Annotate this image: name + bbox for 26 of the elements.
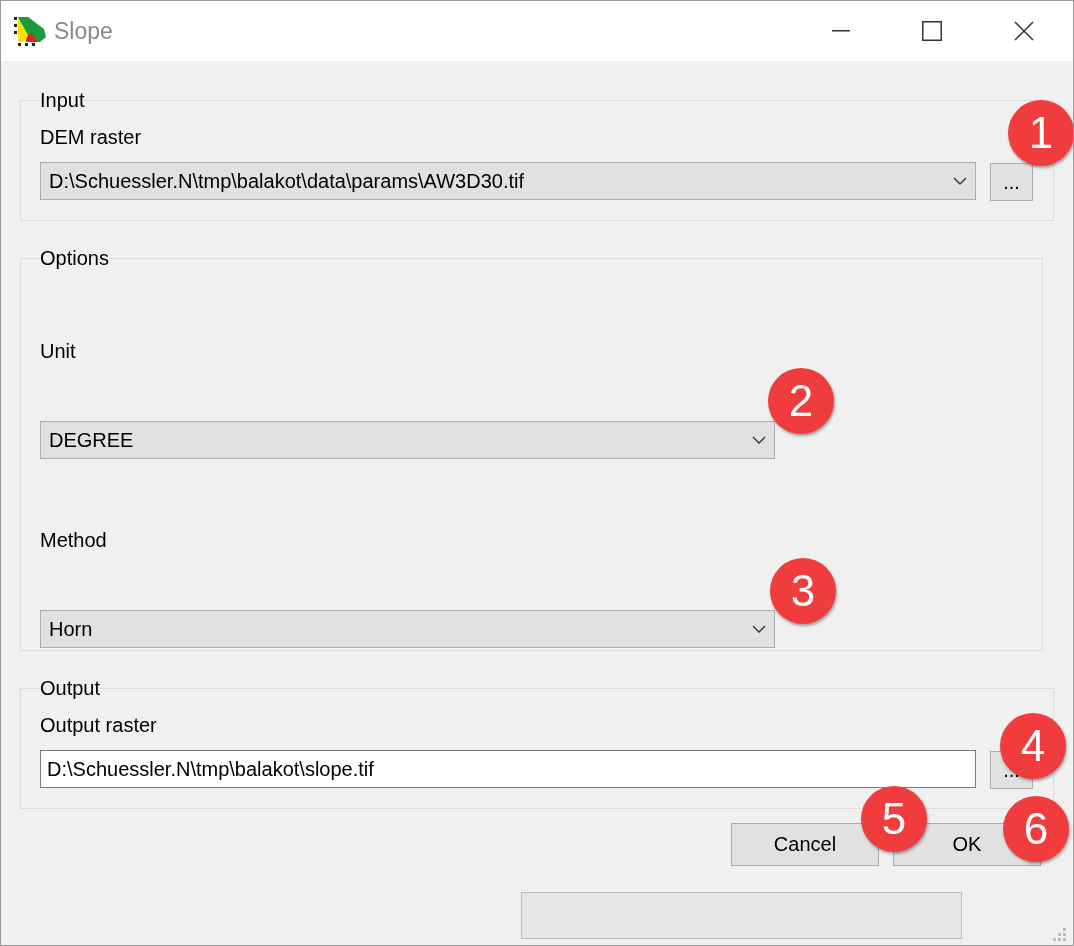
callout-badge: 1 <box>1008 100 1073 166</box>
callout-badge: 2 <box>768 368 834 434</box>
chevron-down-icon <box>953 177 967 185</box>
callout-badge: 3 <box>770 558 836 624</box>
field-label: Unit <box>40 340 77 363</box>
field-label: DEM raster <box>40 126 143 149</box>
resize-grip-icon <box>1053 928 1067 942</box>
chevron-down-icon <box>752 436 766 444</box>
group-title: Input <box>40 89 85 112</box>
group-title: Options <box>40 247 109 270</box>
dialog-button[interactable]: Cancel <box>731 823 879 866</box>
callout-badge: 6 <box>1003 796 1069 862</box>
minimize-icon[interactable] <box>832 30 850 32</box>
option-dropdown[interactable]: Horn <box>40 610 775 648</box>
field-label: Output raster <box>40 714 158 737</box>
app-icon <box>14 15 48 47</box>
group-title: Output <box>40 677 101 700</box>
close-icon[interactable] <box>1014 21 1034 41</box>
output-raster-field[interactable]: D:\Schuessler.N\tmp\balakot\slope.tif <box>40 750 976 788</box>
window-title: Slope <box>54 17 113 45</box>
browse-button[interactable]: ... <box>990 163 1033 201</box>
chevron-down-icon <box>752 625 766 633</box>
maximize-icon[interactable] <box>922 21 942 41</box>
option-dropdown[interactable]: DEGREE <box>40 421 775 459</box>
field-label: Method <box>40 529 108 552</box>
dem-raster-dropdown[interactable]: D:\Schuessler.N\tmp\balakot\data\params\AW3D30.tif <box>40 162 976 200</box>
